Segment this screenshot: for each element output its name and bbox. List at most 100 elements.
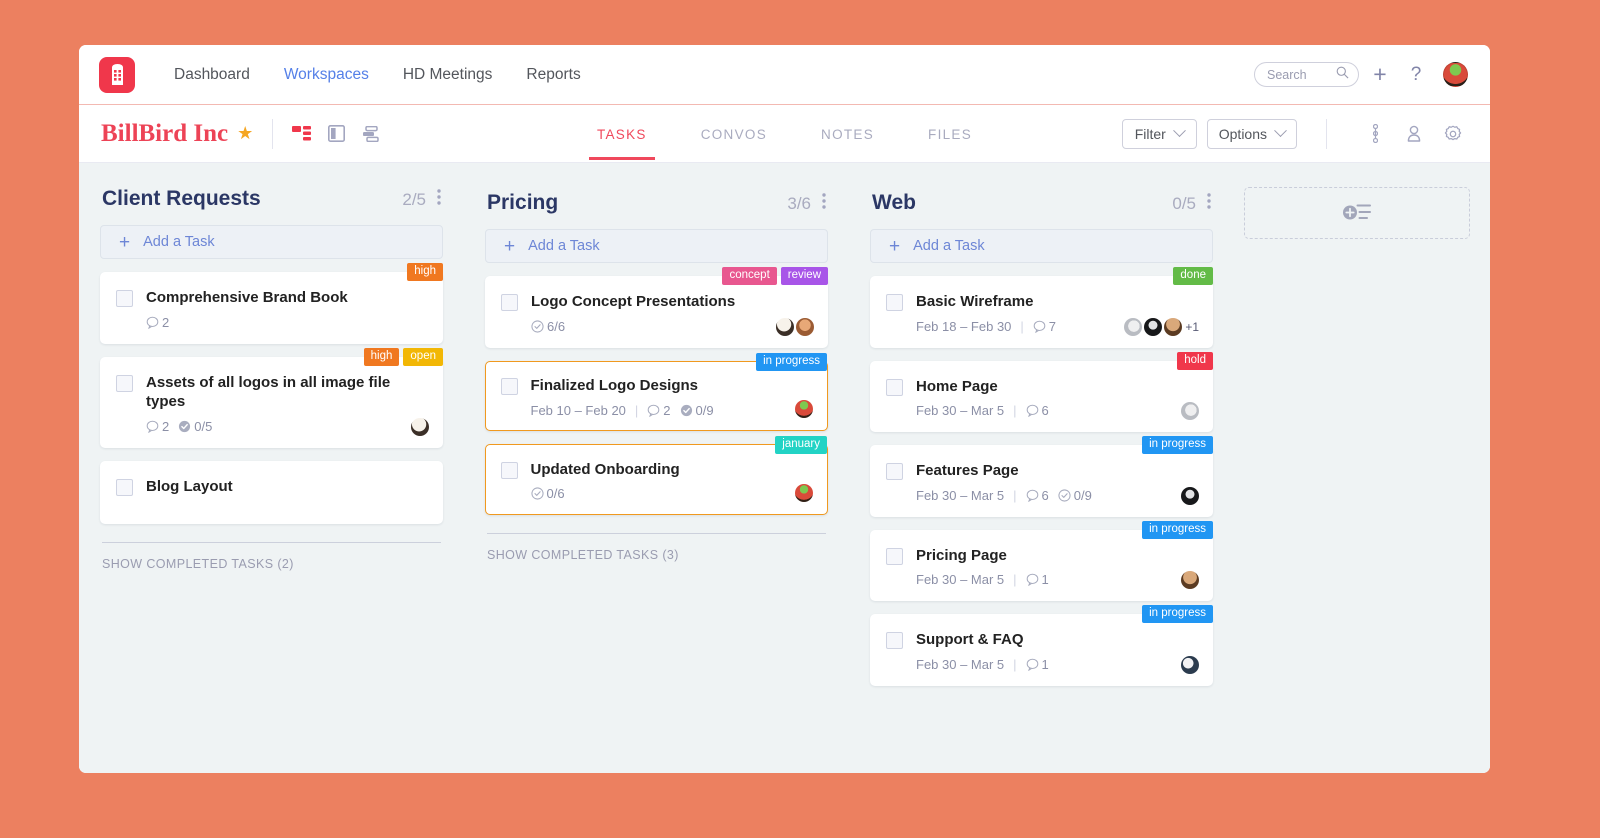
column-menu-icon[interactable]: [1207, 192, 1211, 214]
comment-icon: [1026, 404, 1038, 417]
avatar[interactable]: [411, 417, 429, 436]
task-checkbox[interactable]: [500, 461, 518, 479]
tag-in-progress[interactable]: in progress: [756, 352, 827, 371]
task-meta: 2 0/5: [146, 419, 427, 434]
show-completed-tasks-link[interactable]: SHOW COMPLETED TASKS (3): [485, 548, 828, 562]
check-circle-icon: [680, 404, 692, 416]
assignee-avatars: [795, 483, 813, 502]
help-button[interactable]: ?: [1401, 60, 1431, 90]
tag-hold[interactable]: hold: [1177, 351, 1213, 370]
main-nav-links: Dashboard Workspaces HD Meetings Reports: [157, 66, 598, 84]
nav-link-hd-meetings[interactable]: HD Meetings: [386, 66, 510, 84]
tab-notes[interactable]: NOTES: [813, 108, 882, 160]
nav-link-reports[interactable]: Reports: [509, 66, 597, 84]
user-avatar[interactable]: [1443, 62, 1468, 87]
search-input[interactable]: Search: [1254, 62, 1359, 87]
split-view-icon[interactable]: [328, 125, 346, 142]
subtask-count: 0/9: [1058, 488, 1092, 503]
tag-in-progress[interactable]: in progress: [1142, 520, 1213, 539]
task-card[interactable]: done Basic Wireframe Feb 18 – Feb 30 | 7: [870, 267, 1213, 348]
nav-link-dashboard[interactable]: Dashboard: [157, 66, 267, 84]
column-menu-icon[interactable]: [822, 192, 826, 214]
task-card[interactable]: high open Assets of all logos in all ima…: [100, 347, 443, 448]
avatar[interactable]: [795, 400, 813, 418]
task-checkbox[interactable]: [886, 463, 903, 480]
task-checkbox[interactable]: [500, 378, 518, 395]
column-menu-icon[interactable]: [437, 188, 441, 210]
task-card[interactable]: high Comprehensive Brand Book 2: [100, 263, 443, 344]
avatar[interactable]: [1181, 486, 1199, 505]
tag-concept[interactable]: concept: [722, 267, 777, 286]
tag-list: hold: [1177, 351, 1213, 370]
avatar[interactable]: [796, 317, 814, 336]
settings-gear-icon[interactable]: [1438, 119, 1468, 149]
add-task-label: Add a Task: [913, 238, 985, 254]
task-checkbox[interactable]: [501, 294, 518, 311]
tag-high[interactable]: high: [363, 347, 400, 366]
members-icon[interactable]: [1399, 119, 1429, 149]
options-button[interactable]: Options: [1206, 118, 1297, 149]
tab-tasks[interactable]: TASKS: [588, 108, 655, 160]
avatar[interactable]: [795, 483, 813, 502]
tag-open[interactable]: open: [403, 347, 443, 366]
assignee-avatars: [1181, 655, 1199, 674]
add-task-button[interactable]: + Add a Task: [870, 229, 1213, 263]
tag-high[interactable]: high: [407, 263, 443, 282]
add-list-button[interactable]: [1244, 187, 1470, 239]
favorite-star-icon[interactable]: ★: [237, 123, 253, 144]
task-card[interactable]: in progress Support & FAQ Feb 30 – Mar 5…: [870, 605, 1213, 686]
filter-button[interactable]: Filter: [1121, 118, 1197, 149]
tag-list: in progress: [1142, 605, 1213, 624]
list-view-icon[interactable]: [361, 125, 381, 142]
nav-link-workspaces[interactable]: Workspaces: [267, 66, 386, 84]
avatar[interactable]: [1124, 317, 1143, 336]
task-checkbox[interactable]: [886, 547, 903, 565]
task-card[interactable]: in progress Pricing Page Feb 30 – Mar 5 …: [870, 520, 1213, 601]
divider: [102, 542, 441, 543]
tag-list: high open: [363, 347, 443, 366]
filter-label: Filter: [1134, 125, 1166, 142]
more-options-icon[interactable]: [1360, 119, 1390, 149]
avatar[interactable]: [1181, 655, 1199, 674]
tab-convos[interactable]: CONVOS: [693, 108, 775, 160]
avatar[interactable]: [1164, 317, 1183, 336]
comment-count-value: 2: [663, 402, 671, 418]
board-view-icon[interactable]: [292, 126, 312, 141]
avatar[interactable]: [1144, 317, 1163, 336]
app-logo-icon[interactable]: [99, 56, 135, 93]
workspace-toolbar: BillBird Inc ★ TASKS CONVOS NOTES FILES …: [79, 105, 1490, 163]
comment-count: 6: [1026, 488, 1049, 503]
tag-in-progress[interactable]: in progress: [1142, 605, 1213, 624]
assignee-avatars: [795, 400, 813, 418]
task-checkbox[interactable]: [886, 294, 903, 311]
task-checkbox[interactable]: [116, 374, 133, 392]
subtask-count: 6/6: [531, 319, 565, 334]
task-card[interactable]: concept review Logo Concept Presentation…: [485, 267, 828, 348]
task-card[interactable]: in progress Finalized Logo Designs Feb 1…: [485, 352, 828, 431]
task-card[interactable]: january Updated Onboarding 0/6: [485, 436, 828, 515]
task-checkbox[interactable]: [116, 478, 133, 496]
task-checkbox[interactable]: [886, 632, 903, 649]
task-dates: Feb 30 – Mar 5: [916, 656, 1005, 672]
task-card[interactable]: Blog Layout: [100, 460, 443, 524]
check-circle-outline-icon: [531, 319, 544, 333]
add-button[interactable]: +: [1365, 60, 1395, 90]
divider: [487, 532, 826, 534]
tab-files[interactable]: FILES: [920, 108, 980, 160]
tag-done[interactable]: done: [1173, 267, 1213, 286]
tag-january[interactable]: january: [775, 436, 827, 455]
avatar[interactable]: [1181, 402, 1199, 420]
add-task-button[interactable]: + Add a Task: [485, 229, 828, 263]
tag-review[interactable]: review: [780, 267, 828, 286]
column-header: Client Requests 2/5: [100, 187, 443, 211]
add-task-button[interactable]: + Add a Task: [100, 225, 443, 259]
avatar[interactable]: [776, 317, 794, 336]
task-checkbox[interactable]: [886, 378, 903, 396]
comment-icon: [647, 404, 660, 417]
show-completed-tasks-link[interactable]: SHOW COMPLETED TASKS (2): [100, 557, 443, 571]
task-checkbox[interactable]: [116, 290, 133, 307]
tag-in-progress[interactable]: in progress: [1142, 436, 1213, 455]
task-card[interactable]: in progress Features Page Feb 30 – Mar 5…: [870, 436, 1213, 517]
task-card[interactable]: hold Home Page Feb 30 – Mar 5 | 6: [870, 351, 1213, 432]
avatar[interactable]: [1181, 571, 1199, 589]
